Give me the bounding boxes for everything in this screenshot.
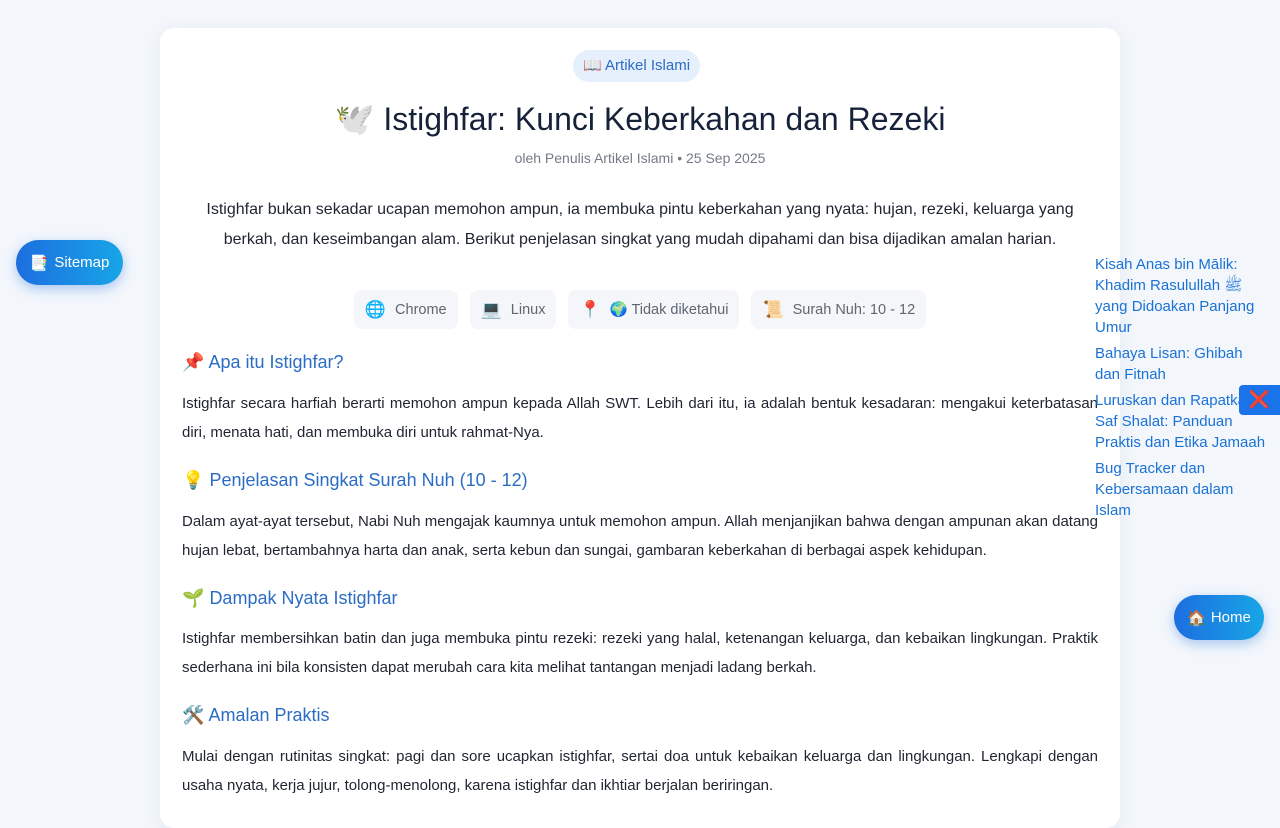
- article-card: 📖 Artikel Islami 🕊️ Istighfar: Kunci Keb…: [160, 28, 1120, 828]
- dove-icon: 🕊️: [334, 101, 375, 137]
- bookmark-tabs-icon: 📑: [29, 254, 49, 272]
- location-chip: 📍 🌍 Tidak diketahui: [568, 290, 740, 329]
- related-article-link[interactable]: Kisah Anas bin Mālik: Khadim Rasulullah …: [1095, 254, 1267, 338]
- globe-icon: 🌐: [364, 299, 387, 319]
- section-heading-text: Apa itu Istighfar?: [208, 352, 344, 372]
- book-icon: 📖: [583, 57, 602, 74]
- info-chips: 🌐 Chrome 💻 Linux 📍 🌍 Tidak diketahui 📜 S…: [160, 290, 1120, 329]
- category-badge-label: Artikel Islami: [605, 57, 691, 74]
- lightbulb-icon: 💡: [182, 470, 205, 490]
- category-badge[interactable]: 📖 Artikel Islami: [573, 50, 701, 82]
- sitemap-button[interactable]: 📑 Sitemap: [16, 240, 123, 285]
- page-title: 🕊️ Istighfar: Kunci Keberkahan dan Rezek…: [160, 96, 1120, 142]
- pin-icon: 📍: [579, 299, 601, 319]
- laptop-icon: 💻: [480, 299, 502, 319]
- section-paragraph: Dalam ayat-ayat tersebut, Nabi Nuh menga…: [182, 513, 1098, 559]
- section-heading-text: Penjelasan Singkat Surah Nuh (10 - 12): [209, 470, 528, 490]
- chip-label: 🌍 Tidak diketahui: [609, 302, 729, 318]
- pushpin-icon: 📌: [182, 352, 205, 372]
- section-paragraph: Istighfar secara harfiah berarti memohon…: [182, 395, 1098, 441]
- section-heading-text: Dampak Nyata Istighfar: [209, 588, 398, 608]
- related-article-link[interactable]: Bug Tracker dan Kebersamaan dalam Islam: [1095, 458, 1267, 521]
- browser-chip: 🌐 Chrome: [353, 290, 458, 329]
- surah-chip: 📜 Surah Nuh: 10 - 12: [751, 290, 927, 329]
- section-paragraph: Mulai dengan rutinitas singkat: pagi dan…: [182, 748, 1098, 794]
- home-button[interactable]: 🏠 Home: [1174, 595, 1264, 640]
- close-icon: ❌: [1248, 390, 1271, 409]
- close-panel-button[interactable]: ❌: [1239, 385, 1280, 415]
- house-icon: 🏠: [1187, 609, 1206, 627]
- seedling-icon: 🌱: [182, 588, 205, 608]
- tools-icon: 🛠️: [182, 705, 205, 725]
- section-heading: 🌱 Dampak Nyata Istighfar: [182, 588, 398, 609]
- home-button-label: Home: [1210, 609, 1251, 626]
- section-heading: 📌 Apa itu Istighfar?: [182, 352, 344, 373]
- chip-label: Surah Nuh: 10 - 12: [792, 301, 916, 318]
- section-heading: 💡 Penjelasan Singkat Surah Nuh (10 - 12): [182, 470, 528, 491]
- sitemap-button-label: Sitemap: [54, 254, 110, 271]
- section-heading: 🛠️ Amalan Praktis: [182, 705, 329, 726]
- os-chip: 💻 Linux: [469, 290, 557, 329]
- related-article-link[interactable]: Bahaya Lisan: Ghibah dan Fitnah: [1095, 343, 1267, 385]
- page-title-text: Istighfar: Kunci Keberkahan dan Rezeki: [383, 101, 946, 137]
- section-heading-text: Amalan Praktis: [208, 705, 330, 725]
- section-paragraph: Istighfar membersihkan batin dan juga me…: [182, 630, 1098, 676]
- article-meta: oleh Penulis Artikel Islami • 25 Sep 202…: [514, 150, 766, 166]
- article-lead: Istighfar bukan sekadar ucapan memohon a…: [206, 201, 1074, 248]
- chip-label: Chrome: [395, 301, 447, 318]
- chip-label: Linux: [510, 301, 546, 318]
- scroll-icon: 📜: [762, 299, 784, 319]
